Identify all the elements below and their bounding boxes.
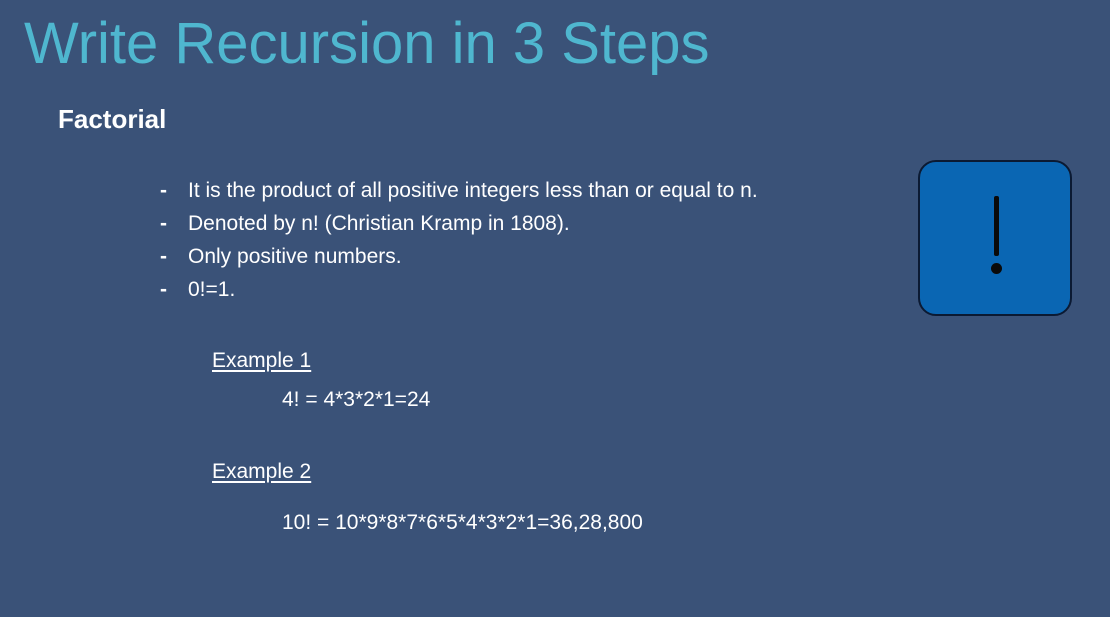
example-2-heading: Example 2: [212, 460, 312, 483]
bullet-marker: -: [160, 179, 167, 202]
bullet-text: 0!=1.: [188, 278, 236, 301]
bullet-item: - It is the product of all positive integ…: [160, 176, 758, 209]
exclamation-bar: [994, 196, 999, 256]
example-1-heading: Example 1: [212, 349, 312, 372]
bullet-text: Denoted by n! (Christian Kramp in 1808).: [188, 212, 570, 235]
bullet-marker: -: [160, 245, 167, 268]
bullet-text: Only positive numbers.: [188, 245, 402, 268]
slide-subtitle: Factorial: [58, 104, 167, 134]
bullet-item: - Only positive numbers.: [160, 242, 758, 275]
bullet-item: - Denoted by n! (Christian Kramp in 1808)…: [160, 209, 758, 242]
example-1-formula: 4! = 4*3*2*1=24: [282, 388, 431, 411]
bullet-list: - It is the product of all positive integ…: [160, 176, 758, 308]
exclamation-dot: [991, 263, 1002, 274]
exclamation-icon: [918, 160, 1072, 316]
example-2-formula: 10! = 10*9*8*7*6*5*4*3*2*1=36,28,800: [282, 511, 643, 534]
slide-title: Write Recursion in 3 Steps: [24, 11, 710, 76]
bullet-text: It is the product of all positive intege…: [188, 179, 758, 202]
bullet-marker: -: [160, 278, 167, 301]
slide: Write Recursion in 3 Steps Factorial - It…: [0, 0, 1110, 617]
bullet-marker: -: [160, 212, 167, 235]
bullet-item: -0!=1.: [160, 275, 758, 308]
